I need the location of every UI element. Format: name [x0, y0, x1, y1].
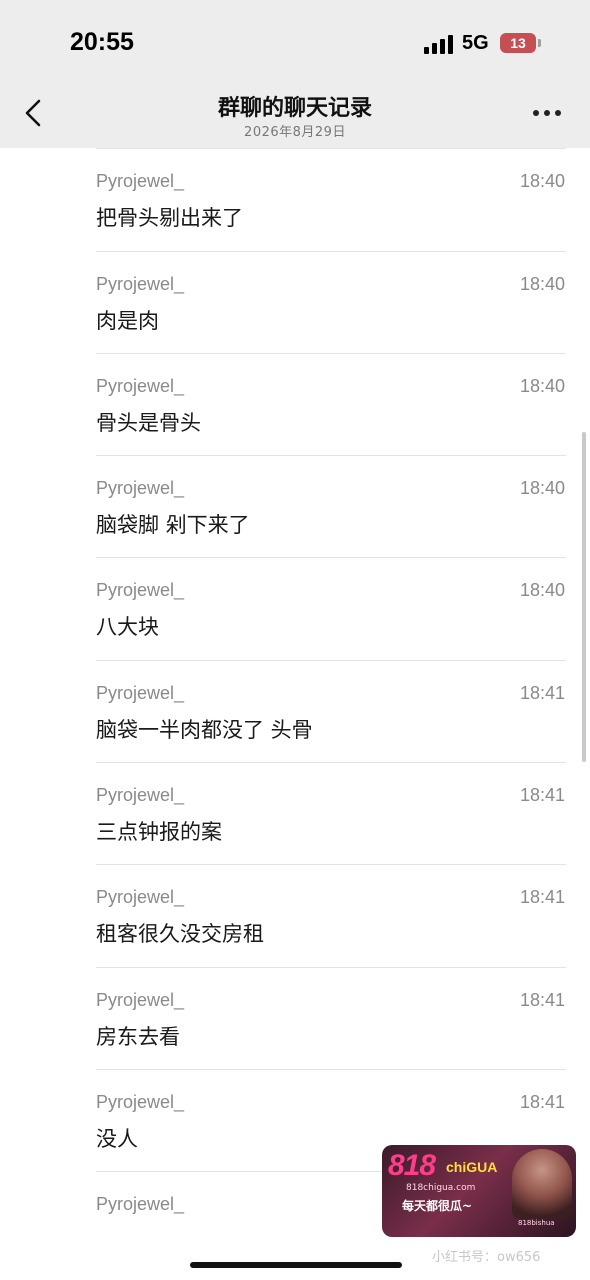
message-item[interactable]: Pyrojewel_ 18:41 租客很久没交房租: [0, 864, 590, 966]
status-time: 20:55: [70, 28, 134, 56]
sender-name: Pyrojewel_: [96, 1194, 185, 1215]
sender-name: Pyrojewel_: [96, 887, 185, 908]
divider: [96, 250, 566, 252]
divider: [96, 966, 566, 968]
message-list[interactable]: Pyrojewel_18:40租客心理精神估计是变态Pyrojewel_18:4…: [0, 46, 590, 1274]
header: 20:55 5G 13 群聊的聊天记录 2026年8月29日: [0, 0, 590, 148]
message-time: 18:40: [519, 580, 565, 601]
message-time: 18:41: [519, 1091, 565, 1112]
message-item[interactable]: Pyrojewel_ 18:40 脑袋脚 剁下来了: [0, 455, 590, 557]
sender-name: Pyrojewel_: [96, 1091, 185, 1112]
home-indicator[interactable]: [190, 1262, 402, 1268]
sender-name: Pyrojewel_: [96, 375, 185, 396]
watermark-side-text: 818bishua: [518, 1219, 555, 1227]
signal-icon: [424, 34, 454, 54]
network-label: 5G: [462, 32, 489, 54]
message-text: 房东去看: [96, 1024, 180, 1049]
divider: [96, 148, 566, 150]
message-text: 把骨头剔出来了: [96, 206, 243, 231]
page-date: 2026年8月29日: [244, 125, 346, 140]
chat-history-screen: Pyrojewel_18:40租客心理精神估计是变态Pyrojewel_18:4…: [0, 0, 590, 1280]
message-item[interactable]: Pyrojewel_ 18:41 房东去看: [0, 966, 590, 1069]
message-item[interactable]: Pyrojewel_ 18:41 三点钟报的案: [0, 762, 590, 864]
watermark-logo-sub: chiGUA: [446, 1159, 498, 1175]
watermark-url: 818chigua.com: [406, 1183, 476, 1193]
nav-bar: 群聊的聊天记录 2026年8月29日: [0, 86, 590, 148]
battery-tip: [538, 39, 541, 47]
message-text: 脑袋一半肉都没了 头骨: [96, 717, 313, 742]
sender-name: Pyrojewel_: [96, 171, 185, 192]
watermark-slogan: 每天都很瓜~: [402, 1199, 473, 1213]
message-item[interactable]: Pyrojewel_ 18:41 脑袋一半肉都没了 头骨: [0, 659, 590, 762]
message-item[interactable]: Pyrojewel_ 18:40 骨头是骨头: [0, 352, 590, 455]
message-text: 三点钟报的案: [96, 820, 222, 845]
divider: [96, 762, 566, 764]
sender-name: Pyrojewel_: [96, 580, 185, 601]
message-text: 脑袋脚 剁下来了: [96, 513, 250, 538]
more-dots-icon[interactable]: [533, 110, 563, 118]
watermark-caption: 小红书号：ow656: [432, 1250, 541, 1265]
message-time: 18:41: [519, 682, 565, 703]
watermark-logo: 818: [388, 1149, 436, 1182]
page-title: 群聊的聊天记录: [217, 96, 372, 121]
message-time: 18:41: [519, 887, 565, 908]
message-text: 没人: [96, 1126, 138, 1151]
divider: [96, 455, 566, 457]
sender-name: Pyrojewel_: [96, 478, 185, 499]
message-time: 18:40: [519, 375, 565, 396]
divider: [96, 659, 566, 661]
message-time: 18:40: [519, 478, 565, 499]
sender-name: Pyrojewel_: [96, 273, 185, 294]
watermark-banner: 818 chiGUA 818chigua.com 每天都很瓜~ 818bishu…: [382, 1145, 576, 1237]
watermark-figure: [512, 1149, 572, 1219]
message-time: 18:40: [519, 171, 565, 192]
divider: [96, 557, 566, 559]
sender-name: Pyrojewel_: [96, 682, 185, 703]
sender-name: Pyrojewel_: [96, 989, 185, 1010]
message-item[interactable]: Pyrojewel_ 18:40 八大块: [0, 557, 590, 659]
message-text: 八大块: [96, 615, 159, 640]
divider: [96, 1068, 566, 1070]
message-time: 18:40: [519, 273, 565, 294]
message-text: 肉是肉: [96, 308, 159, 333]
message-text: 租客很久没交房租: [96, 922, 264, 947]
battery-level: 13: [510, 35, 526, 51]
message-item[interactable]: Pyrojewel_ 18:40 肉是肉: [0, 250, 590, 353]
message-text: 骨头是骨头: [96, 410, 201, 435]
scrollbar[interactable]: [582, 432, 586, 762]
divider: [96, 352, 566, 354]
battery-icon: 13: [500, 33, 536, 53]
sender-name: Pyrojewel_: [96, 785, 185, 806]
message-time: 18:41: [519, 989, 565, 1010]
divider: [96, 864, 566, 866]
message-item[interactable]: Pyrojewel_ 18:40 把骨头剔出来了: [0, 148, 590, 250]
status-bar: 20:55 5G 13: [0, 0, 590, 86]
message-time: 18:41: [519, 785, 565, 806]
